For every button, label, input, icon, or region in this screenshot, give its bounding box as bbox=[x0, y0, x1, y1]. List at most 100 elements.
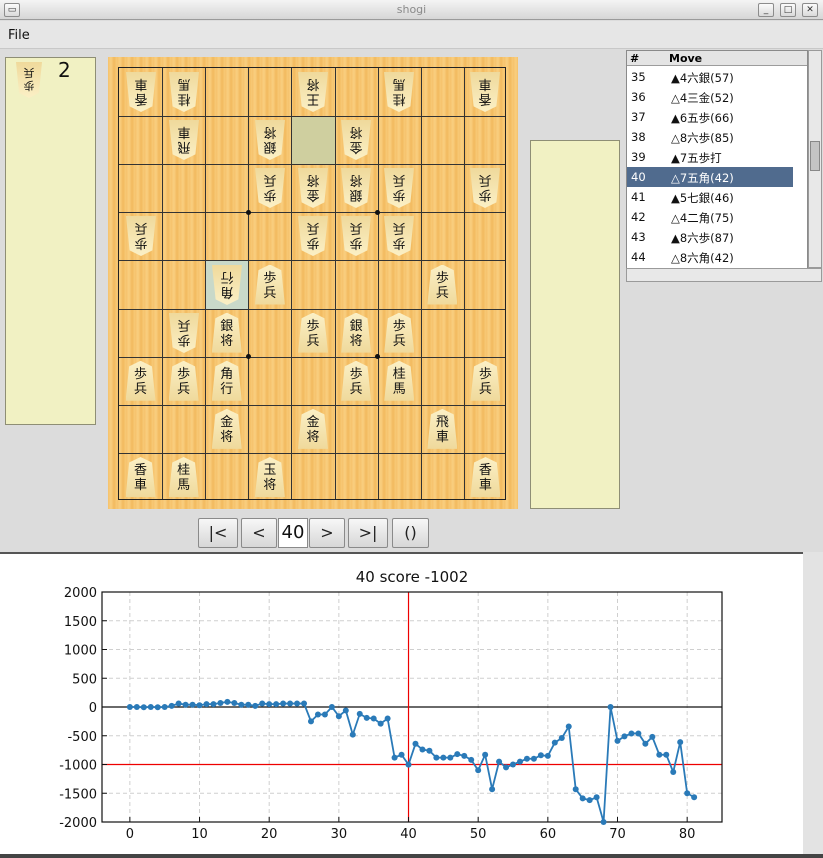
move-row[interactable]: 39 ▲7五歩打 bbox=[627, 147, 793, 167]
maximize-button[interactable]: □ bbox=[780, 3, 796, 17]
score-point bbox=[684, 790, 691, 797]
next-move-button[interactable]: > bbox=[309, 518, 345, 548]
sente-piece[interactable]: 角行 bbox=[211, 360, 242, 401]
gote-piece[interactable]: 歩兵 bbox=[255, 168, 285, 208]
sente-piece[interactable]: 歩兵 bbox=[254, 264, 285, 305]
move-number: 39 bbox=[631, 150, 646, 164]
move-text: ▲5七銀(46) bbox=[671, 191, 734, 205]
sente-piece[interactable]: 銀将 bbox=[341, 312, 372, 353]
sente-piece[interactable]: 歩兵 bbox=[470, 360, 501, 401]
gote-piece[interactable]: 角行 bbox=[212, 265, 242, 305]
window-title: shogi bbox=[396, 3, 427, 16]
score-point bbox=[391, 754, 398, 761]
close-button[interactable]: ✕ bbox=[802, 3, 818, 17]
hand-piece-pawn[interactable]: 歩兵 bbox=[16, 62, 42, 98]
score-point bbox=[677, 739, 684, 746]
gote-piece[interactable]: 銀将 bbox=[341, 168, 371, 208]
score-point bbox=[614, 737, 621, 744]
score-point bbox=[182, 701, 189, 708]
sente-piece[interactable]: 香車 bbox=[470, 456, 501, 497]
move-row[interactable]: 44 △8六角(42) bbox=[627, 247, 793, 267]
grid-hline bbox=[119, 452, 505, 454]
gote-piece[interactable]: 銀将 bbox=[255, 120, 285, 160]
sente-piece[interactable]: 飛車 bbox=[427, 408, 458, 449]
gote-piece[interactable]: 歩兵 bbox=[169, 313, 199, 353]
move-number: 42 bbox=[631, 210, 646, 224]
score-point bbox=[412, 740, 419, 747]
grid-hline bbox=[119, 164, 505, 166]
move-row[interactable]: 43 ▲8六歩(87) bbox=[627, 227, 793, 247]
score-point bbox=[468, 756, 475, 763]
gote-piece[interactable]: 歩兵 bbox=[126, 216, 156, 256]
score-point bbox=[126, 704, 133, 710]
move-row[interactable]: 41 ▲5七銀(46) bbox=[627, 187, 793, 207]
x-tick-label: 60 bbox=[540, 827, 557, 842]
gote-piece[interactable]: 歩兵 bbox=[470, 168, 500, 208]
score-point bbox=[523, 755, 530, 762]
sente-piece[interactable]: 金将 bbox=[211, 408, 242, 449]
move-number: 35 bbox=[631, 70, 646, 84]
sente-piece[interactable]: 香車 bbox=[125, 456, 156, 497]
move-list-vscroll[interactable] bbox=[808, 50, 822, 268]
sente-piece[interactable]: 金将 bbox=[298, 408, 328, 449]
score-point bbox=[496, 758, 503, 765]
gote-piece[interactable]: 香車 bbox=[470, 72, 500, 112]
sente-piece[interactable]: 玉将 bbox=[254, 456, 285, 497]
gote-piece[interactable]: 桂馬 bbox=[169, 72, 199, 112]
vscroll-thumb[interactable] bbox=[810, 141, 820, 171]
move-row[interactable]: 37 ▲6五歩(66) bbox=[627, 107, 793, 127]
gote-piece[interactable]: 金将 bbox=[298, 168, 328, 208]
score-point bbox=[503, 764, 510, 771]
paren-button[interactable]: () bbox=[392, 518, 429, 548]
sente-piece[interactable]: 歩兵 bbox=[168, 360, 199, 401]
move-row[interactable]: 42 △4二角(75) bbox=[627, 207, 793, 227]
gote-piece[interactable]: 香車 bbox=[126, 72, 156, 112]
move-row[interactable]: 36 △4三金(52) bbox=[627, 87, 793, 107]
gote-hand-panel bbox=[530, 140, 620, 509]
sente-piece[interactable]: 歩兵 bbox=[427, 264, 458, 305]
move-text: △7五角(42) bbox=[671, 171, 734, 185]
chart-title: 40 score -1002 bbox=[356, 568, 469, 586]
move-number: 44 bbox=[631, 250, 646, 264]
move-row[interactable]: 35 ▲4六銀(57) bbox=[627, 67, 793, 87]
sente-piece[interactable]: 歩兵 bbox=[341, 360, 372, 401]
gote-piece[interactable]: 歩兵 bbox=[298, 216, 328, 256]
board-grid: 香車桂馬王将桂馬香車飛車銀将金将歩兵金将銀将歩兵歩兵歩兵歩兵歩兵歩兵角行歩兵歩兵… bbox=[118, 67, 506, 500]
minimize-button[interactable]: _ bbox=[758, 3, 774, 17]
move-number: 41 bbox=[631, 190, 646, 204]
sente-piece[interactable]: 歩兵 bbox=[125, 360, 156, 401]
gote-piece[interactable]: 王将 bbox=[298, 72, 328, 112]
sente-piece[interactable]: 歩兵 bbox=[298, 312, 328, 353]
menu-file[interactable]: File bbox=[8, 28, 30, 43]
score-point bbox=[482, 751, 489, 758]
plot-scrollbar[interactable] bbox=[803, 552, 823, 854]
header-number[interactable]: # bbox=[630, 52, 639, 65]
y-tick-label: 1000 bbox=[64, 644, 97, 659]
score-point bbox=[530, 755, 537, 762]
gote-piece[interactable]: 桂馬 bbox=[384, 72, 414, 112]
gote-piece[interactable]: 歩兵 bbox=[384, 216, 414, 256]
sente-piece[interactable]: 銀将 bbox=[211, 312, 242, 353]
move-list-hscroll[interactable] bbox=[626, 268, 822, 282]
header-move[interactable]: Move bbox=[669, 52, 702, 65]
sente-piece[interactable]: 桂馬 bbox=[384, 360, 415, 401]
prev-move-button[interactable]: < bbox=[241, 518, 277, 548]
sente-piece[interactable]: 桂馬 bbox=[168, 456, 199, 497]
last-move-from-highlight bbox=[292, 117, 335, 165]
grid-hline bbox=[119, 356, 505, 358]
gote-piece[interactable]: 飛車 bbox=[169, 120, 199, 160]
move-number-field[interactable]: 40 bbox=[278, 518, 308, 548]
score-point bbox=[447, 754, 454, 761]
gote-piece[interactable]: 歩兵 bbox=[341, 216, 371, 256]
first-move-button[interactable]: |< bbox=[198, 518, 238, 548]
gote-piece[interactable]: 歩兵 bbox=[384, 168, 414, 208]
score-point bbox=[433, 754, 440, 761]
score-point bbox=[510, 761, 517, 768]
gote-piece[interactable]: 金将 bbox=[341, 120, 371, 160]
sente-piece[interactable]: 歩兵 bbox=[384, 312, 415, 353]
move-row[interactable]: 40 △7五角(42) bbox=[627, 167, 793, 187]
last-move-button[interactable]: >| bbox=[348, 518, 388, 548]
score-series-line bbox=[129, 700, 695, 823]
sente-hand-panel: 歩兵 2 bbox=[5, 57, 96, 425]
move-row[interactable]: 38 △8六歩(85) bbox=[627, 127, 793, 147]
